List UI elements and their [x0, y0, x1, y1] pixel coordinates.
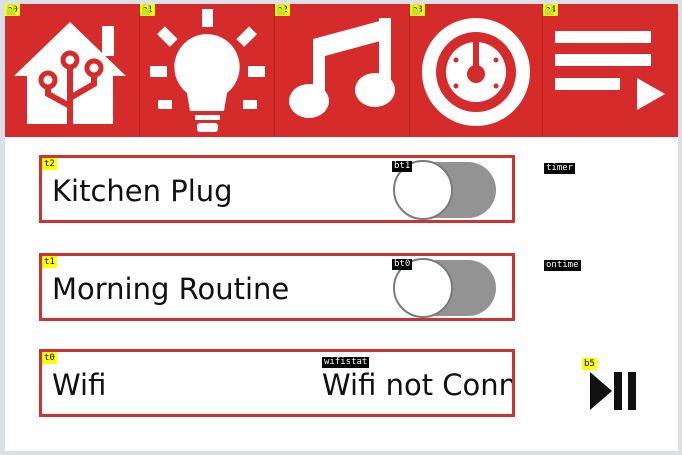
- lights-button[interactable]: b1: [139, 4, 275, 137]
- home-button[interactable]: b0: [5, 4, 139, 137]
- lock-icon: [141, 4, 151, 16]
- row-id-tag: t0: [42, 352, 57, 364]
- play-pause-icon: [590, 372, 636, 410]
- toggle-id-tag: bt1: [392, 161, 413, 172]
- timer-dial-icon: [422, 18, 530, 126]
- morning-routine-row: t1 Morning Routine bt0: [39, 253, 515, 321]
- ontime-tag: ontime: [544, 260, 581, 271]
- home-assistant-icon: [14, 22, 126, 129]
- wifi-status-text: Wifi not Connected: [322, 368, 515, 402]
- lock-icon: [544, 4, 554, 16]
- playlist-icon: [555, 31, 665, 110]
- kitchen-plug-row: t2 Kitchen Plug bt1: [39, 155, 515, 223]
- lock-icon: [6, 4, 16, 16]
- play-pause-button[interactable]: b5: [582, 358, 642, 414]
- row-id-tag: t1: [42, 256, 57, 268]
- morning-routine-label: Morning Routine: [52, 272, 290, 306]
- wifi-label: Wifi: [52, 368, 107, 402]
- lock-icon: [411, 4, 421, 16]
- timer-button[interactable]: b3: [409, 4, 543, 137]
- timer-tag: timer: [544, 163, 576, 174]
- button-id-tag: b5: [582, 358, 597, 370]
- music-button[interactable]: b2: [274, 4, 410, 137]
- hmi-screen: b0 b1: [5, 4, 678, 451]
- music-note-icon: [289, 18, 395, 118]
- lock-icon: [276, 4, 286, 16]
- lightbulb-icon: [150, 9, 265, 132]
- row-id-tag: t2: [42, 158, 57, 170]
- toggle-id-tag: bt0: [392, 259, 413, 270]
- wifi-row: t0 Wifi Wifi not Connected wifistat: [39, 349, 515, 417]
- playlist-button[interactable]: b4: [542, 4, 678, 137]
- kitchen-plug-label: Kitchen Plug: [52, 174, 233, 208]
- status-id-tag: wifistat: [322, 357, 370, 368]
